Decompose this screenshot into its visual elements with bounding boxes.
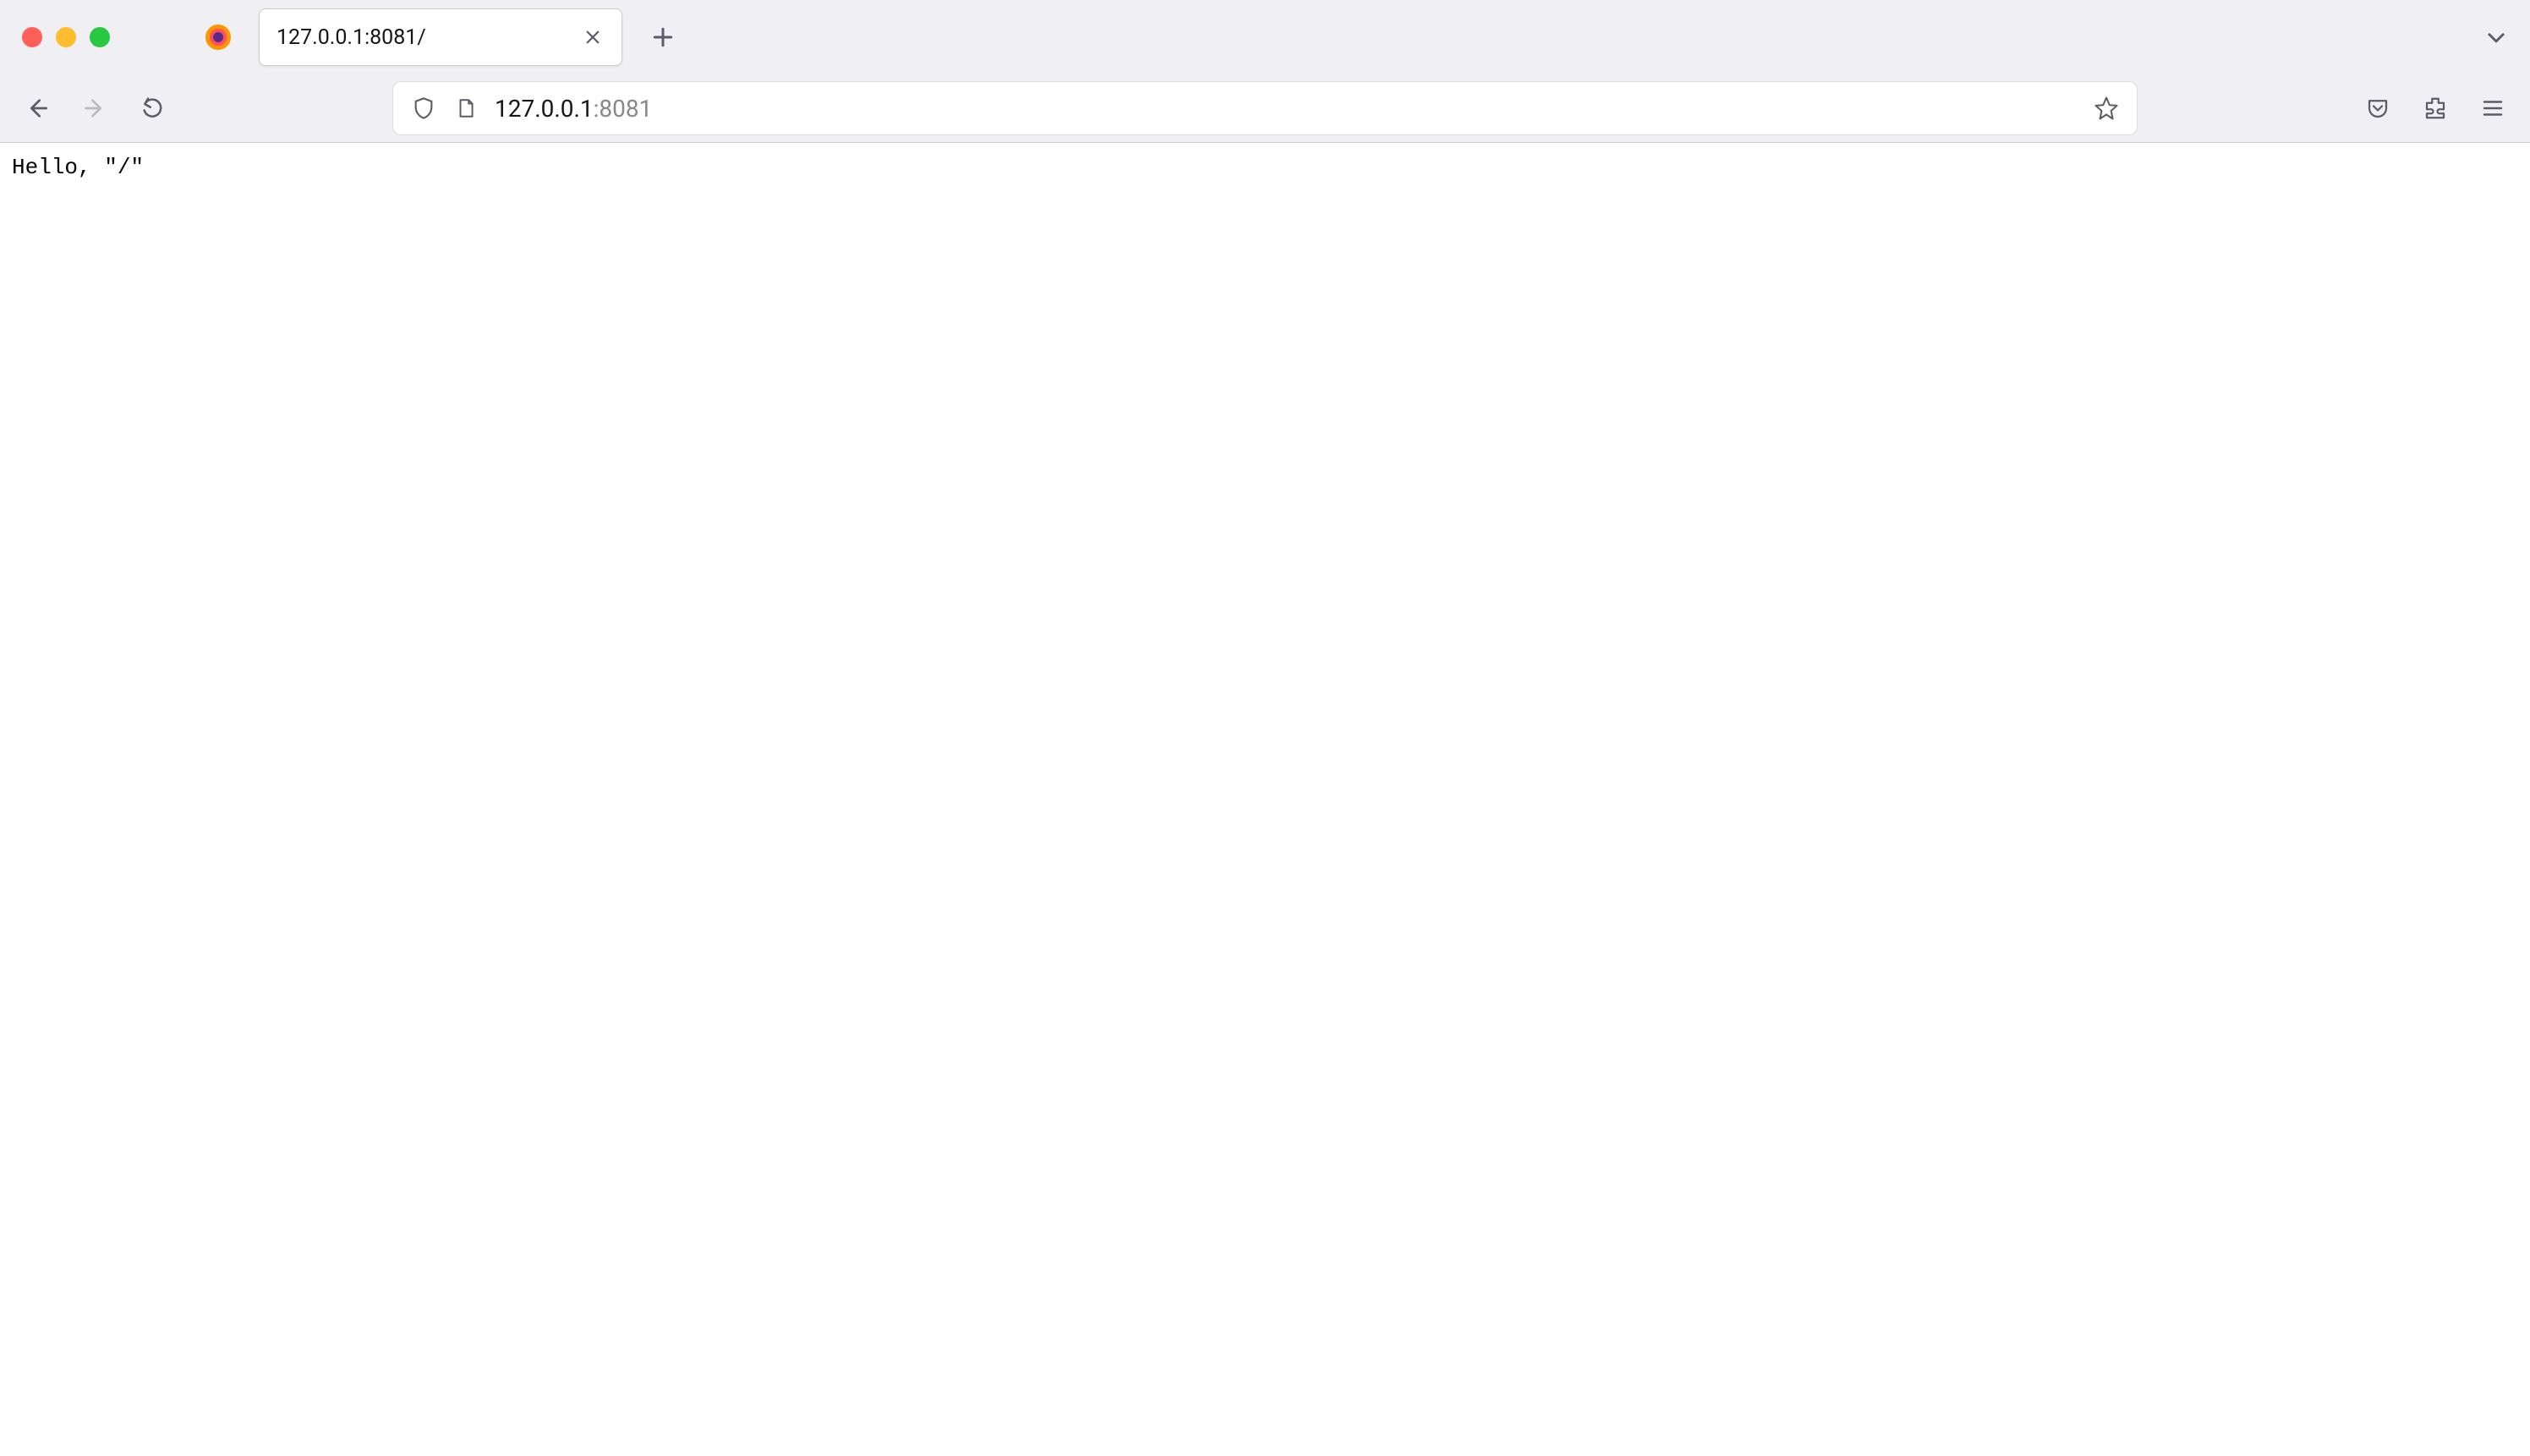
url-host: 127.0.0.1 (495, 95, 594, 123)
window-controls (22, 27, 110, 47)
toolbar-right (2358, 88, 2513, 129)
window-close-button[interactable] (22, 27, 42, 47)
extensions-button[interactable] (2415, 88, 2456, 129)
url-port: :8081 (594, 95, 653, 123)
tab-close-button[interactable] (581, 25, 605, 49)
nav-bar: 127.0.0.1:8081 (0, 74, 2530, 142)
tabs-dropdown-button[interactable] (2476, 17, 2516, 57)
shield-icon[interactable] (410, 95, 437, 122)
page-text: Hello, "/" (12, 155, 144, 180)
window-minimize-button[interactable] (56, 27, 76, 47)
tab-title: 127.0.0.1:8081/ (277, 25, 571, 50)
page-body: Hello, "/" (0, 143, 2530, 192)
menu-button[interactable] (2472, 88, 2513, 129)
window-maximize-button[interactable] (90, 27, 110, 47)
firefox-icon (205, 24, 232, 51)
new-tab-button[interactable] (643, 17, 683, 57)
url-text[interactable]: 127.0.0.1:8081 (495, 95, 2078, 123)
reload-button[interactable] (132, 88, 172, 129)
back-button[interactable] (17, 88, 58, 129)
url-bar[interactable]: 127.0.0.1:8081 (392, 81, 2138, 135)
browser-tab[interactable]: 127.0.0.1:8081/ (259, 8, 622, 66)
browser-chrome: 127.0.0.1:8081/ (0, 0, 2530, 143)
tab-bar: 127.0.0.1:8081/ (0, 0, 2530, 74)
page-info-icon[interactable] (452, 95, 479, 122)
forward-button[interactable] (74, 88, 115, 129)
bookmark-star-icon[interactable] (2093, 95, 2120, 122)
pocket-button[interactable] (2358, 88, 2398, 129)
